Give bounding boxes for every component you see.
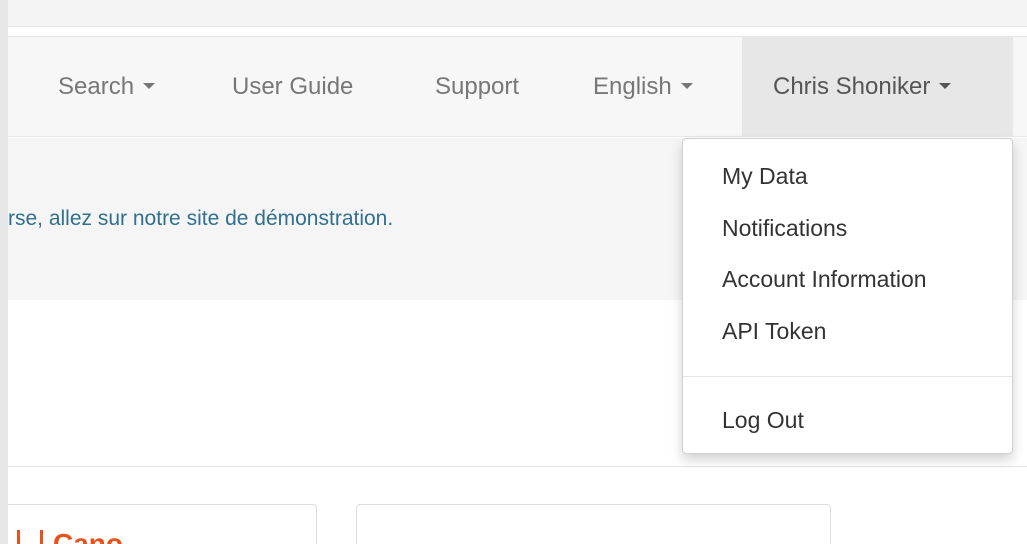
nav-support-label: Support bbox=[435, 73, 520, 100]
menu-item-log-out[interactable]: Log Out bbox=[722, 407, 804, 434]
nav-language-label: English bbox=[593, 73, 672, 100]
nav-support-link[interactable]: Support bbox=[435, 37, 519, 137]
navbar: Search User Guide Support English Chris … bbox=[8, 36, 1027, 137]
top-strip bbox=[8, 0, 1027, 27]
card-title[interactable]: Cano bbox=[17, 528, 123, 544]
menu-item-my-data[interactable]: My Data bbox=[722, 163, 808, 190]
nav-user-label: Chris Shoniker bbox=[773, 73, 931, 100]
nav-user-guide-label: User Guide bbox=[232, 73, 354, 100]
nav-search-dropdown[interactable]: Search bbox=[58, 37, 156, 137]
caret-down-icon bbox=[143, 82, 156, 89]
nav-user-guide-link[interactable]: User Guide bbox=[232, 37, 353, 137]
menu-item-api-token[interactable]: API Token bbox=[722, 318, 826, 345]
content-card-right bbox=[356, 504, 831, 544]
menu-item-account-information[interactable]: Account Information bbox=[722, 266, 927, 293]
nav-language-dropdown[interactable]: English bbox=[593, 37, 693, 137]
menu-divider bbox=[683, 376, 1012, 377]
menu-item-notifications[interactable]: Notifications bbox=[722, 215, 847, 242]
nav-search-label: Search bbox=[58, 73, 135, 100]
section-divider bbox=[8, 466, 1027, 467]
card-title-label: Cano bbox=[53, 528, 123, 544]
banner-demo-link[interactable]: rse, allez sur notre site de démonstrati… bbox=[8, 207, 393, 231]
card-icon bbox=[17, 530, 43, 544]
page: Search User Guide Support English Chris … bbox=[8, 0, 1027, 544]
user-dropdown-menu: My Data Notifications Account Informatio… bbox=[682, 138, 1013, 454]
nav-user-dropdown[interactable]: Chris Shoniker bbox=[742, 37, 1013, 137]
caret-down-icon bbox=[939, 82, 952, 89]
caret-down-icon bbox=[680, 82, 693, 89]
content-card-left: Cano bbox=[8, 504, 317, 544]
